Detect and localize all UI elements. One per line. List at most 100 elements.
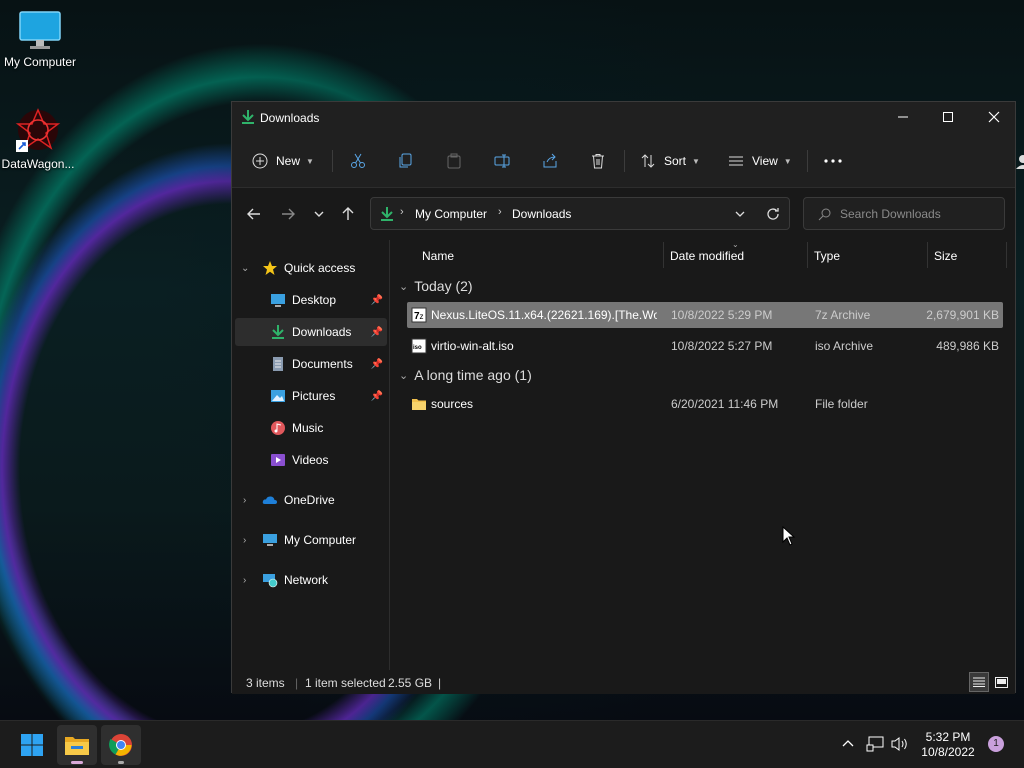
sort-label: Sort [664, 154, 687, 168]
large-icons-view-button[interactable] [992, 673, 1010, 691]
desktop-folder-icon [271, 294, 285, 307]
toolbar-separator [332, 150, 333, 172]
desktop-icon-datawagon[interactable]: DataWagon... [0, 106, 78, 171]
nav-quick-access[interactable]: ⌄ Quick access [235, 254, 387, 282]
download-icon [242, 110, 254, 124]
chevron-right-icon: › [498, 206, 502, 218]
column-header-name[interactable]: Name [422, 249, 454, 263]
more-options-button[interactable] [824, 146, 842, 176]
up-button[interactable] [338, 204, 358, 224]
clock[interactable]: 5:32 PM 10/8/2022 [912, 730, 984, 760]
nav-label: Downloads [292, 325, 352, 339]
delete-button[interactable] [590, 146, 606, 176]
chevron-right-icon[interactable]: › [243, 495, 246, 506]
videos-icon [271, 454, 285, 466]
search-box[interactable] [803, 197, 1005, 230]
search-input[interactable] [840, 205, 990, 223]
document-icon [273, 357, 283, 371]
cut-button[interactable] [350, 146, 366, 176]
paste-button[interactable] [446, 146, 462, 176]
toolbar-separator [807, 150, 808, 172]
pin-icon: 📌 [370, 326, 383, 338]
group-label: A long time ago (1) [414, 367, 532, 383]
nav-label: Videos [292, 453, 329, 467]
file-row-virtio-win-alt[interactable]: iso virtio-win-alt.iso 10/8/2022 5:27 PM… [407, 333, 1003, 359]
svg-text:iso: iso [413, 345, 422, 351]
refresh-icon[interactable] [766, 207, 780, 221]
nav-item-pictures[interactable]: Pictures 📌 [235, 382, 387, 410]
chevron-down-icon: ▼ [306, 156, 314, 166]
column-divider[interactable] [663, 242, 664, 268]
file-row-nexus-liteos[interactable]: 7z Nexus.LiteOS.11.x64.(22621.169).[The.… [407, 302, 1003, 328]
share-button[interactable] [542, 146, 558, 176]
address-bar[interactable]: › My Computer › Downloads [370, 197, 790, 230]
clock-time: 5:32 PM [925, 730, 971, 744]
group-header-today[interactable]: ⌄ Today (2) [399, 278, 473, 294]
new-button[interactable]: New ▼ [252, 146, 314, 176]
nav-item-downloads[interactable]: Downloads 📌 [235, 318, 387, 346]
column-divider[interactable] [927, 242, 928, 268]
chevron-right-icon[interactable]: › [243, 535, 246, 546]
file-explorer-window: Downloads New ▼ Sort ▼ View ▼ › My Compu… [231, 101, 1016, 764]
taskbar-file-explorer[interactable] [57, 725, 97, 765]
chevron-right-icon[interactable]: › [243, 575, 246, 586]
nav-item-onedrive[interactable]: › OneDrive [235, 486, 387, 514]
forward-button[interactable] [278, 204, 298, 224]
taskbar-chrome[interactable] [101, 725, 141, 765]
scissors-icon [351, 153, 365, 168]
star-icon [263, 261, 277, 275]
maximize-button[interactable] [925, 102, 971, 132]
title-bar[interactable]: Downloads [232, 102, 1015, 132]
breadcrumb-downloads[interactable]: Downloads [512, 207, 571, 221]
file-name: Nexus.LiteOS.11.x64.(22621.169).[The.Wo.… [431, 308, 657, 322]
nav-item-desktop[interactable]: Desktop 📌 [235, 286, 387, 314]
volume-button[interactable] [890, 735, 910, 753]
close-button[interactable] [971, 102, 1017, 132]
column-header-date[interactable]: Date modified [670, 249, 744, 263]
ellipsis-icon [824, 159, 842, 163]
start-button[interactable] [12, 725, 52, 765]
nav-label: Quick access [284, 261, 356, 275]
music-icon [271, 421, 285, 435]
breadcrumb-my-computer[interactable]: My Computer [415, 207, 487, 221]
download-icon [381, 207, 393, 221]
back-button[interactable] [244, 204, 264, 224]
column-header-size[interactable]: Size [934, 249, 957, 263]
desktop-icon-my-computer[interactable]: My Computer [0, 10, 80, 69]
nav-item-music[interactable]: Music [235, 414, 387, 442]
copy-icon [399, 153, 412, 168]
view-lines-icon [729, 156, 743, 166]
chevron-down-icon[interactable]: ⌄ [241, 263, 249, 274]
navigation-pane: ⌄ Quick access Desktop 📌 Downloads 📌 Doc… [232, 240, 390, 670]
view-button[interactable]: View ▼ [728, 146, 792, 176]
rename-button[interactable] [494, 146, 510, 176]
column-divider[interactable] [807, 242, 808, 268]
status-divider: | [438, 676, 442, 690]
show-hidden-icons-button[interactable] [840, 735, 856, 751]
nav-item-videos[interactable]: Videos [235, 446, 387, 474]
chevron-right-icon: › [400, 206, 404, 218]
share-icon [543, 153, 557, 168]
pictures-icon [271, 390, 285, 402]
column-divider[interactable] [1006, 242, 1007, 268]
nav-item-my-computer[interactable]: › My Computer [235, 526, 387, 554]
nav-item-documents[interactable]: Documents 📌 [235, 350, 387, 378]
nav-item-network[interactable]: › Network [235, 566, 387, 594]
column-header-type[interactable]: Type [814, 249, 840, 263]
copy-button[interactable] [398, 146, 414, 176]
cloud-icon [262, 496, 277, 504]
sort-button[interactable]: Sort ▼ [640, 146, 700, 176]
svg-text:z: z [420, 312, 424, 321]
group-header-long-time-ago[interactable]: ⌄ A long time ago (1) [399, 367, 532, 383]
plus-circle-icon [252, 153, 268, 169]
file-row-sources[interactable]: sources 6/20/2021 11:46 PM File folder [407, 391, 1003, 417]
minimize-button[interactable] [880, 102, 926, 132]
notification-badge[interactable]: 1 [988, 736, 1004, 752]
network-status-button[interactable] [866, 735, 884, 753]
7z-archive-icon: 7z [411, 307, 427, 323]
recent-locations-button[interactable] [309, 204, 329, 224]
address-history-icon[interactable] [735, 211, 745, 217]
status-selected: 1 item selected [305, 676, 386, 690]
speaker-icon [891, 737, 907, 751]
details-view-button[interactable] [969, 672, 989, 692]
